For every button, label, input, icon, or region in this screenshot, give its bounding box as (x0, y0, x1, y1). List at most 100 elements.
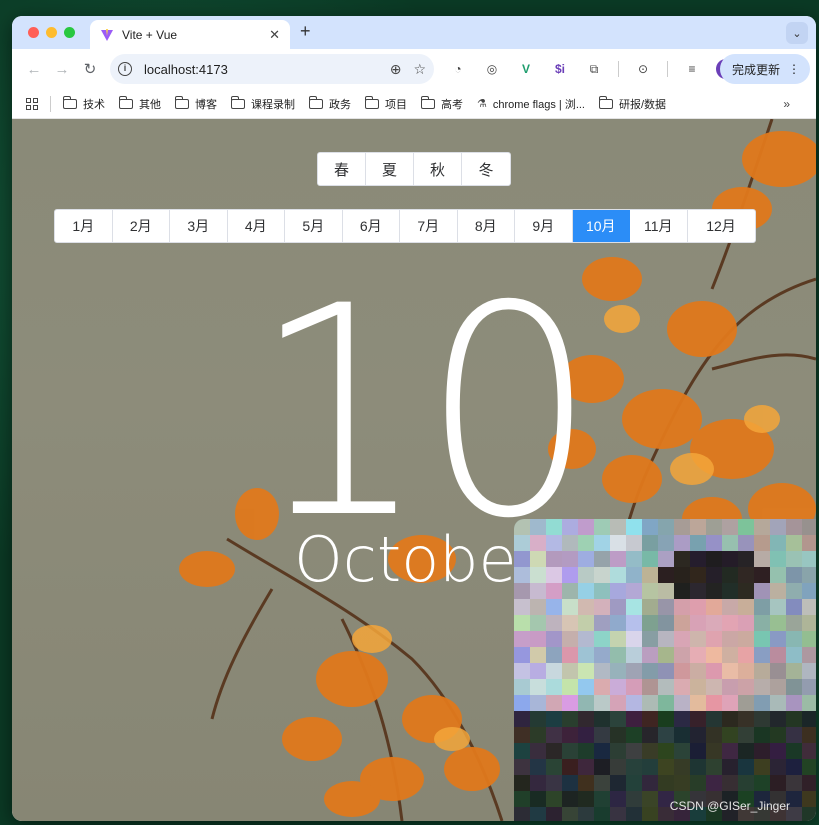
webcam-pixel (722, 663, 738, 679)
close-tab-icon[interactable]: ✕ (269, 27, 280, 43)
webcam-pixel (562, 759, 578, 775)
webcam-pixel (674, 519, 690, 535)
bookmarks-overflow-icon[interactable]: » (783, 97, 790, 111)
season-button-summer[interactable]: 夏 (366, 153, 414, 185)
webcam-pixel (626, 631, 642, 647)
close-window-button[interactable] (28, 27, 39, 38)
webcam-pixel (786, 583, 802, 599)
bookmark-folder[interactable]: 技术 (63, 95, 105, 112)
webcam-pixel (546, 695, 562, 711)
webcam-pixel (546, 567, 562, 583)
bookmark-folder[interactable]: 博客 (175, 95, 217, 112)
webcam-pixel (562, 775, 578, 791)
webcam-pixel (610, 759, 626, 775)
webcam-pixel (738, 519, 754, 535)
month-button-1[interactable]: 1月 (55, 210, 113, 242)
apps-grid-icon[interactable] (26, 97, 38, 110)
webcam-pixel (802, 583, 816, 599)
webcam-pixel (786, 743, 802, 759)
maximize-window-button[interactable] (64, 27, 75, 38)
site-info-icon[interactable]: i (118, 62, 132, 76)
webcam-pixel (770, 615, 786, 631)
tab-vite-vue[interactable]: Vite + Vue ✕ (90, 20, 290, 49)
tab-strip: Vite + Vue ✕ + ⌄ (12, 16, 816, 49)
bookmark-star-icon[interactable]: ☆ (413, 61, 426, 78)
minimize-window-button[interactable] (46, 27, 57, 38)
webcam-pixel (674, 567, 690, 583)
si-icon[interactable]: $i (550, 59, 570, 79)
bookmark-folder[interactable]: 课程录制 (231, 95, 295, 112)
webcam-pixel (754, 647, 770, 663)
webcam-pixel (514, 583, 530, 599)
month-button-5[interactable]: 5月 (285, 210, 343, 242)
webcam-pixel (578, 583, 594, 599)
webcam-pixel (594, 535, 610, 551)
bookmark-folder[interactable]: 其他 (119, 95, 161, 112)
webcam-pixel (674, 551, 690, 567)
update-button[interactable]: 完成更新 ⋮ (719, 54, 810, 84)
webcam-pixel (546, 647, 562, 663)
bookmark-folder[interactable]: 高考 (421, 95, 463, 112)
webcam-pixel (674, 775, 690, 791)
url-text[interactable]: localhost:4173 (144, 62, 378, 77)
address-bar[interactable]: i localhost:4173 ⊕ ☆ (110, 54, 434, 84)
bookmark-folder[interactable]: 研报/数据 (598, 95, 666, 112)
plus-icon[interactable]: + (300, 21, 311, 42)
season-button-spring[interactable]: 春 (318, 153, 366, 185)
webcam-pixel (658, 567, 674, 583)
webcam-pixel (530, 807, 546, 821)
webcam-pixel (514, 551, 530, 567)
webcam-pixel (578, 615, 594, 631)
webcam-pixel (722, 535, 738, 551)
webcam-pixel (578, 743, 594, 759)
ext-icon[interactable]: ◎ (482, 59, 502, 79)
month-button-2[interactable]: 2月 (113, 210, 170, 242)
reading-list-icon[interactable]: ≡ (682, 59, 702, 79)
webcam-pixel (514, 599, 530, 615)
webcam-pixel (514, 535, 530, 551)
webcam-pixel (642, 583, 658, 599)
puzzle-icon[interactable]: ⧉ (584, 59, 604, 79)
month-button-11[interactable]: 11月 (630, 210, 688, 242)
webcam-pixel (578, 663, 594, 679)
forward-icon[interactable]: → (48, 55, 76, 83)
webcam-pixel (802, 695, 816, 711)
back-icon[interactable]: ← (20, 55, 48, 83)
zoom-icon[interactable]: ⊕ (390, 61, 402, 78)
screenshot-icon[interactable]: ⊙ (633, 59, 653, 79)
webcam-pixel (658, 743, 674, 759)
vue-devtools-icon[interactable]: V (516, 59, 536, 79)
webcam-pixel (594, 551, 610, 567)
month-button-4[interactable]: 4月 (228, 210, 285, 242)
month-button-8[interactable]: 8月 (458, 210, 515, 242)
webcam-pixel (658, 759, 674, 775)
webcam-pixel (690, 551, 706, 567)
tab-title: Vite + Vue (122, 27, 178, 42)
webcam-pixel (642, 519, 658, 535)
month-button-9[interactable]: 9月 (515, 210, 573, 242)
month-button-6[interactable]: 6月 (343, 210, 400, 242)
folder-icon (63, 95, 77, 109)
bookmark-folder[interactable]: 政务 (309, 95, 351, 112)
webcam-pixel (674, 535, 690, 551)
webcam-pixel (738, 551, 754, 567)
webcam-pixel (674, 759, 690, 775)
reload-icon[interactable]: ↻ (76, 55, 104, 83)
month-button-10[interactable]: 10月 (572, 210, 630, 242)
ext-icon[interactable]: ◔ (448, 59, 468, 79)
bookmark-folder[interactable]: 项目 (365, 95, 407, 112)
webcam-pixel (514, 663, 530, 679)
webcam-pixel (610, 727, 626, 743)
season-button-autumn[interactable]: 秋 (414, 153, 462, 185)
season-button-winter[interactable]: 冬 (462, 153, 510, 185)
bookmark-link[interactable]: ⚗ chrome flags | 浏... (477, 96, 585, 112)
webcam-pixel (578, 519, 594, 535)
webcam-pixel (754, 599, 770, 615)
month-button-3[interactable]: 3月 (170, 210, 228, 242)
chevron-down-icon[interactable]: ⌄ (786, 22, 808, 44)
webcam-pixel (514, 647, 530, 663)
month-button-7[interactable]: 7月 (400, 210, 458, 242)
month-button-12[interactable]: 12月 (688, 210, 755, 242)
webcam-pixel (546, 599, 562, 615)
webcam-pixel (690, 519, 706, 535)
